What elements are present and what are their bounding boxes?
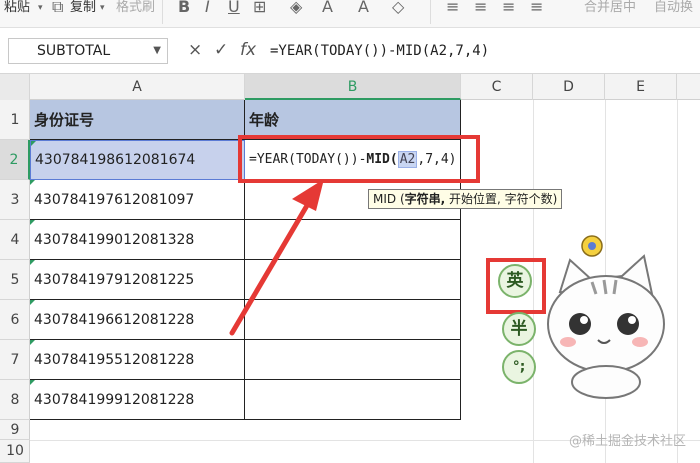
cell-a6-value: 430784196612081228 (34, 312, 195, 328)
tooltip-arg1: 字符串, (404, 192, 446, 206)
copy-icon[interactable]: ⧉ (52, 0, 63, 17)
formula-input[interactable]: =YEAR(TODAY())-MID(A2,7,4) (270, 38, 695, 64)
fx-icon[interactable]: fx (240, 40, 256, 60)
error-indicator-icon (30, 180, 35, 185)
underline-icon[interactable]: U (228, 0, 240, 16)
chevron-down-icon[interactable]: ▼ (153, 39, 161, 63)
cell-a2-value: 430784198612081674 (35, 152, 196, 168)
error-indicator-icon (31, 141, 36, 146)
cell-a5-value: 430784197912081225 (34, 272, 195, 288)
function-tooltip: MID (字符串, 开始位置, 字符个数) (368, 189, 563, 209)
column-header-row: A B C D E (0, 74, 700, 100)
italic-icon[interactable]: I (205, 0, 210, 16)
annotation-red-box-ime (486, 258, 546, 314)
toolbar-divider (162, 0, 163, 24)
column-header-c[interactable]: C (461, 74, 533, 100)
merge-center-button[interactable]: 合并居中 (584, 0, 636, 15)
error-indicator-icon (30, 220, 35, 225)
align-center-icon[interactable]: ≡ (474, 0, 487, 16)
row-header-5[interactable]: 5 (0, 260, 30, 300)
cell-a7[interactable]: 430784195512081228 (30, 340, 245, 380)
cat-mascot-icon (547, 235, 665, 399)
name-box[interactable]: SUBTOTAL ▼ (8, 38, 168, 64)
row-header-7[interactable]: 7 (0, 340, 30, 380)
cell-a2[interactable]: 430784198612081674 (30, 140, 245, 180)
align-right-icon[interactable]: ≡ (502, 0, 515, 16)
justify-icon[interactable]: ≡ (530, 0, 543, 16)
cell-b1[interactable]: 年龄 (245, 100, 461, 140)
cancel-icon[interactable]: × (188, 40, 202, 60)
format-painter-button[interactable]: 格式刷 (116, 0, 155, 15)
cell-b8[interactable] (245, 380, 461, 420)
copy-button[interactable]: 复制 (70, 0, 96, 15)
ime-punctuation-icon[interactable]: °; (502, 350, 536, 384)
row-header-column: 1 2 3 4 5 6 7 8 9 10 (0, 100, 30, 463)
column-header-d[interactable]: D (533, 74, 605, 100)
error-indicator-icon (30, 300, 35, 305)
auto-wrap-button[interactable]: 自动换 (654, 0, 693, 15)
tooltip-func: MID (373, 192, 397, 206)
cell-a4[interactable]: 430784199012081328 (30, 220, 245, 260)
cell-a3[interactable]: 430784197612081097 (30, 180, 245, 220)
cell-a3-value: 430784197612081097 (34, 192, 195, 208)
row-header-10[interactable]: 10 (0, 440, 30, 463)
ime-half-width-badge[interactable]: 半 (502, 312, 536, 346)
cell-a1[interactable]: 身份证号 (30, 100, 245, 140)
column-header-a[interactable]: A (30, 74, 245, 100)
column-header-b[interactable]: B (245, 74, 461, 100)
row-header-3[interactable]: 3 (0, 180, 30, 220)
cell-b7[interactable] (245, 340, 461, 380)
error-indicator-icon (30, 340, 35, 345)
confirm-icon[interactable]: ✓ (214, 40, 228, 60)
tooltip-rest: 开始位置, 字符个数) (449, 192, 558, 206)
align-left-icon[interactable]: ≡ (446, 0, 459, 16)
cell-a5[interactable]: 430784197912081225 (30, 260, 245, 300)
column-header-e[interactable]: E (605, 74, 677, 100)
row-header-6[interactable]: 6 (0, 300, 30, 340)
name-box-value: SUBTOTAL (37, 43, 111, 59)
font-color-icon-2[interactable]: A (358, 0, 369, 16)
cell-a6[interactable]: 430784196612081228 (30, 300, 245, 340)
chevron-down-icon[interactable]: ▾ (38, 3, 43, 13)
toolbar-divider (430, 0, 431, 24)
row-header-1[interactable]: 1 (0, 100, 30, 140)
bold-icon[interactable]: B (178, 0, 190, 16)
error-indicator-icon (30, 260, 35, 265)
chevron-down-icon[interactable]: ▾ (100, 3, 105, 13)
row-header-8[interactable]: 8 (0, 380, 30, 420)
border-icon[interactable]: ⊞ (253, 0, 266, 16)
row-header-9[interactable]: 9 (0, 420, 30, 440)
paste-button[interactable]: 粘贴 (4, 0, 30, 15)
cell-a7-value: 430784195512081228 (34, 352, 195, 368)
cell-a8[interactable]: 430784199912081228 (30, 380, 245, 420)
formula-bar: SUBTOTAL ▼ × ✓ fx =YEAR(TODAY())-MID(A2,… (0, 28, 700, 74)
row-header-2[interactable]: 2 (0, 140, 30, 180)
error-indicator-icon (30, 380, 35, 385)
annotation-arrow-icon (229, 179, 324, 336)
clear-format-icon[interactable]: ◇ (392, 0, 404, 16)
fill-color-icon[interactable]: ◈ (290, 0, 302, 16)
cell-a8-value: 430784199912081228 (34, 392, 195, 408)
ribbon-toolbar: 粘贴 ▾ ⧉ 复制 ▾ 格式刷 B I U ⊞ ◈ A A ◇ ≡ ≡ ≡ ≡ … (0, 0, 700, 28)
cell-a4-value: 430784199012081328 (34, 232, 195, 248)
row-header-4[interactable]: 4 (0, 220, 30, 260)
watermark: @稀土掘金技术社区 (568, 434, 686, 449)
select-all-corner[interactable] (0, 74, 30, 100)
font-color-icon[interactable]: A (322, 0, 333, 16)
